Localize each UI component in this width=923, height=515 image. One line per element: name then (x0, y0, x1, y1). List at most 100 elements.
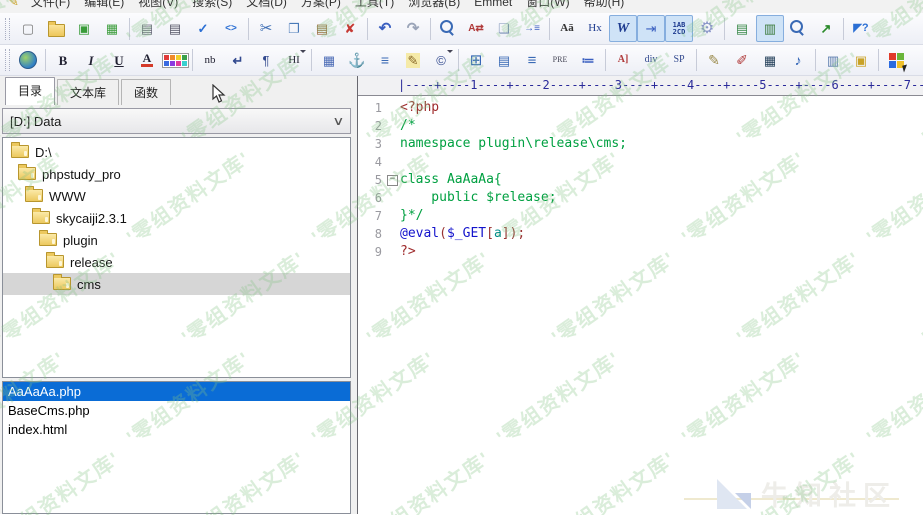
open-external-button[interactable]: ↗ (812, 15, 840, 42)
undo-button[interactable]: ↶ (371, 15, 399, 42)
tree-item[interactable]: phpstudy_pro (3, 163, 350, 185)
side-panel-button[interactable]: ▥ (756, 15, 784, 42)
tree-item[interactable]: D:\ (3, 141, 350, 163)
code-area[interactable]: 1<?php2/*3namespace plugin\release\cms;4… (358, 96, 923, 514)
preview-button[interactable] (784, 15, 812, 42)
span-tag-button[interactable]: SP (665, 47, 693, 74)
nbsp-button[interactable]: nb (196, 47, 224, 74)
save-button[interactable]: ▣ (70, 15, 98, 42)
sidebar-tab-1[interactable]: 文本库 (57, 79, 119, 105)
frames-button[interactable]: ▥ (819, 47, 847, 74)
edit-note-button[interactable]: ✎ (399, 47, 427, 74)
copyright-button[interactable]: © (427, 47, 455, 74)
drive-select[interactable]: [D:] Data ∨ (2, 108, 351, 134)
list-button[interactable]: ≔ (574, 47, 602, 74)
image-button[interactable]: ▦ (315, 47, 343, 74)
find-in-files-button[interactable]: ❏ (490, 15, 518, 42)
menu-item-9[interactable]: 窗口(W) (519, 0, 576, 13)
fold-marker-icon[interactable]: − (387, 175, 398, 186)
spell-check-button[interactable]: ✓ (189, 15, 217, 42)
tree-item[interactable]: plugin (3, 229, 350, 251)
menu-item-3[interactable]: 搜索(S) (185, 0, 239, 13)
menu-item-5[interactable]: 方案(P) (294, 0, 348, 13)
word-wrap-button[interactable]: W (609, 15, 637, 42)
context-help-button[interactable]: ◤? (847, 15, 875, 42)
anchor-button[interactable]: ⚓ (343, 47, 371, 74)
folder-icon (53, 277, 71, 290)
underline-button[interactable]: U (105, 47, 133, 74)
delete-button[interactable]: ✘ (336, 15, 364, 42)
pre-button[interactable]: PRE (546, 47, 574, 74)
line-numbers-button[interactable]: 1AB2CD (665, 15, 693, 42)
form-panel-button[interactable]: ▣ (847, 47, 875, 74)
video-button[interactable]: ▦ (756, 47, 784, 74)
menu-item-8[interactable]: Emmet (467, 0, 519, 13)
code-line: 3namespace plugin\release\cms; (358, 135, 923, 153)
menu-item-10[interactable]: 帮助(H) (577, 0, 632, 13)
tree-item[interactable]: cms (3, 273, 350, 295)
menu-item-4[interactable]: 文档(D) (239, 0, 294, 13)
windows-colors-button[interactable] (882, 47, 910, 74)
tree-item[interactable]: skycaiji2.3.1 (3, 207, 350, 229)
menu-item-1[interactable]: 编辑(E) (77, 0, 131, 13)
goto-line-button[interactable]: →≡ (518, 15, 546, 42)
textarea-button[interactable]: A] (609, 47, 637, 74)
sidebar-tab-2[interactable]: 函数 (121, 79, 171, 105)
browser-globe-button[interactable] (14, 47, 42, 74)
italic-button[interactable]: I (77, 47, 105, 74)
find-button[interactable] (434, 15, 462, 42)
print-preview-button[interactable]: ▤ (133, 15, 161, 42)
document-list-button[interactable]: ▤ (728, 15, 756, 42)
save-all-button[interactable]: ▦ (98, 15, 126, 42)
html-view-button[interactable]: <> (217, 15, 245, 42)
hr-button[interactable]: ≡ (371, 47, 399, 74)
copy-button[interactable]: ❐ (280, 15, 308, 42)
script-button[interactable]: ✐ (728, 47, 756, 74)
table-button[interactable]: ⊞ (462, 47, 490, 74)
file-item[interactable]: index.html (3, 420, 350, 439)
folder-icon (11, 145, 29, 158)
toolbar-separator (430, 18, 431, 40)
indent-guides-button[interactable]: ⇥ (637, 15, 665, 42)
color-palette-button[interactable] (161, 47, 189, 74)
cut-button[interactable]: ✂ (252, 15, 280, 42)
new-document-button[interactable]: ▢ (14, 15, 42, 42)
toolbar-separator (724, 18, 725, 40)
print-button[interactable]: ▤ (161, 15, 189, 42)
sidebar: 目录文本库函数 [D:] Data ∨ D:\phpstudy_proWWWsk… (0, 76, 353, 514)
menu-item-6[interactable]: 工具(T) (348, 0, 401, 13)
tree-item[interactable]: WWW (3, 185, 350, 207)
menu-item-7[interactable]: 浏览器(B) (401, 0, 467, 13)
main-area: 目录文本库函数 [D:] Data ∨ D:\phpstudy_proWWWsk… (0, 76, 923, 514)
settings-gear-button[interactable]: ⚙ (693, 15, 721, 42)
menu-item-2[interactable]: 视图(V) (131, 0, 185, 13)
form-edit-button[interactable]: ✎ (700, 47, 728, 74)
paste-button[interactable]: ▤ (308, 15, 336, 42)
toolbar-separator (129, 18, 130, 40)
sidebar-tab-0[interactable]: 目录 (5, 77, 55, 105)
line-break-button[interactable]: ↵ (224, 47, 252, 74)
align-button[interactable]: ≡ (518, 47, 546, 74)
paragraph-button[interactable]: ¶ (252, 47, 280, 74)
open-folder-button[interactable] (42, 15, 70, 42)
save-icon: ▣ (78, 22, 90, 35)
file-item[interactable]: AaAaAa.php (3, 382, 350, 401)
menu-item-0[interactable]: 文件(F) (24, 0, 77, 13)
heading-button[interactable]: HI (280, 47, 308, 74)
file-item[interactable]: BaseCms.php (3, 401, 350, 420)
audio-button[interactable]: ♪ (784, 47, 812, 74)
settings-gear-icon: ⚙ (700, 21, 714, 37)
font-color-button[interactable]: A (133, 47, 161, 74)
redo-button[interactable]: ↷ (399, 15, 427, 42)
hex-view-button[interactable]: Hx (581, 15, 609, 42)
code-line: 2/* (358, 117, 923, 135)
div-tag-button[interactable]: div (637, 47, 665, 74)
font-button[interactable]: Aā (553, 15, 581, 42)
textarea-icon: A] (618, 55, 629, 65)
tree-item[interactable]: release (3, 251, 350, 273)
color-palette-icon (162, 53, 189, 68)
replace-button[interactable]: A⇄ (462, 15, 490, 42)
bold-button[interactable]: B (49, 47, 77, 74)
fold-column: − (385, 175, 400, 186)
div-center-button[interactable]: ▤ (490, 47, 518, 74)
